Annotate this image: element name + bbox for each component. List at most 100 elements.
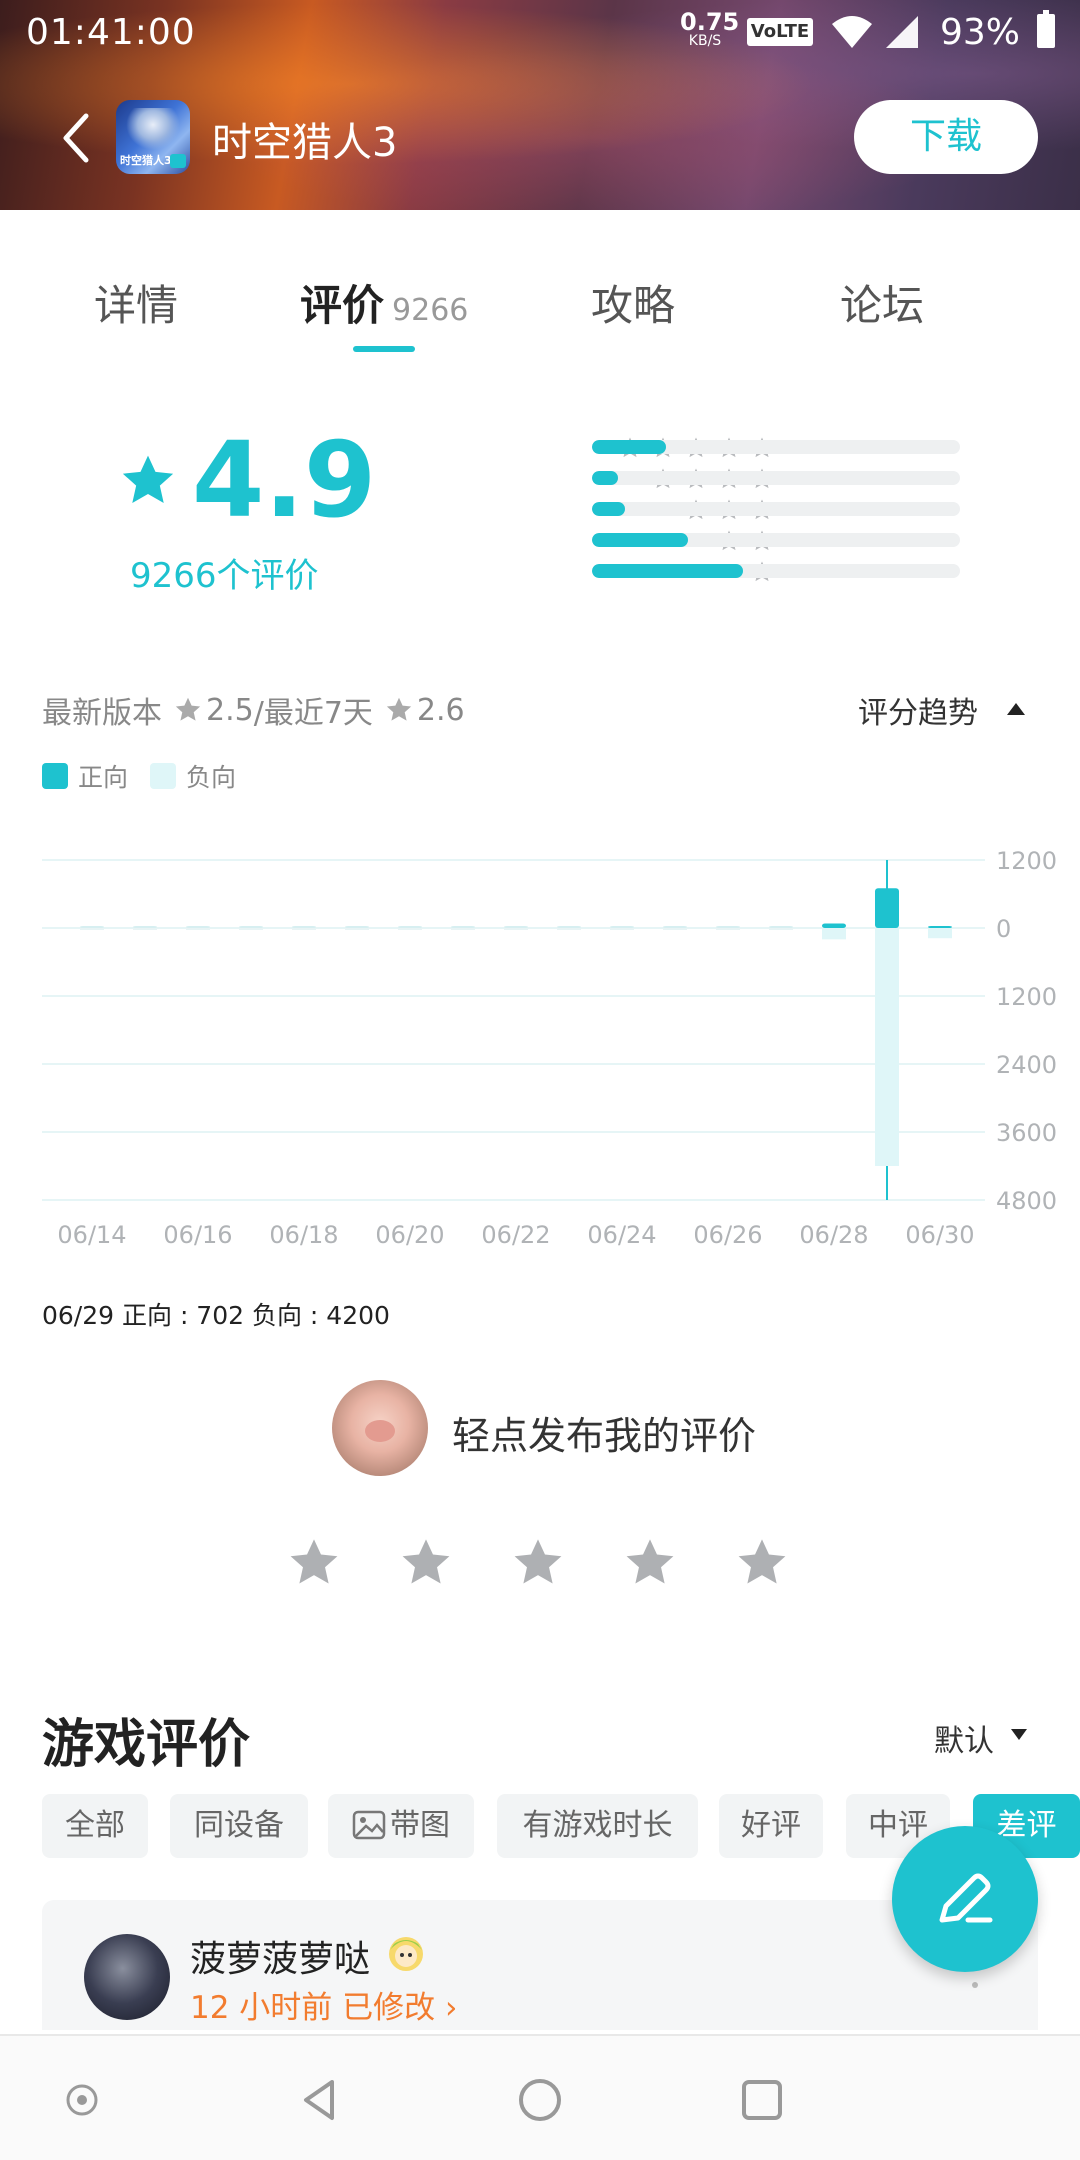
distribution-bar bbox=[592, 564, 960, 578]
bar-positive-06/29 bbox=[875, 888, 899, 928]
filter-with-images[interactable]: 带图 bbox=[328, 1794, 474, 1858]
bar-positive-06/16 bbox=[186, 926, 210, 928]
y-tick-label: 4800 bbox=[996, 1187, 1057, 1215]
bar-negative-06/29 bbox=[875, 928, 899, 1166]
bar-negative-06/14 bbox=[80, 928, 104, 930]
dropdown-arrow-icon[interactable] bbox=[1011, 1729, 1027, 1740]
bar-negative-06/17 bbox=[239, 928, 263, 930]
bar-negative-06/25 bbox=[663, 928, 687, 930]
tab-indicator bbox=[353, 346, 415, 352]
write-review-prompt[interactable]: 轻点发布我的评价 bbox=[452, 1405, 756, 1460]
distribution-bar-fill bbox=[592, 502, 626, 516]
sort-dropdown[interactable]: 默认 bbox=[934, 1716, 994, 1760]
tab-forum[interactable]: 论坛 bbox=[840, 272, 924, 333]
version-scores: 最新版本 2.5 /最近7天 2.6 bbox=[42, 688, 465, 732]
x-tick-label: 06/18 bbox=[269, 1221, 338, 1249]
network-speed: 0.75 KB/S bbox=[680, 8, 740, 49]
filter-with-playtime[interactable]: 有游戏时长 bbox=[497, 1794, 698, 1858]
app-icon-artwork bbox=[126, 108, 180, 150]
tab-guides[interactable]: 攻略 bbox=[591, 272, 675, 333]
header: 01:41:00 0.75 KB/S VoLTE 93% 时空猎人3 时空猎人3… bbox=[0, 0, 1080, 210]
recent-label: /最近7天 bbox=[253, 696, 373, 731]
reviewer-avatar[interactable] bbox=[84, 1934, 170, 2020]
pen-icon bbox=[939, 1873, 993, 1923]
status-time: 01:41:00 bbox=[26, 12, 196, 53]
battery-icon bbox=[1037, 10, 1055, 48]
rate-star-3-icon[interactable] bbox=[510, 1536, 566, 1590]
rate-star-1-icon[interactable] bbox=[286, 1536, 342, 1590]
nav-back-icon[interactable] bbox=[296, 2076, 344, 2124]
app-icon-badge bbox=[170, 154, 186, 168]
x-tick-label: 06/30 bbox=[905, 1221, 974, 1249]
bar-negative-06/27 bbox=[769, 928, 793, 930]
filter-same-device[interactable]: 同设备 bbox=[170, 1794, 308, 1858]
distribution-row-4-star bbox=[400, 467, 960, 489]
x-tick-label: 06/20 bbox=[375, 1221, 444, 1249]
distribution-bar bbox=[592, 440, 960, 454]
image-icon bbox=[352, 1810, 386, 1840]
filter-all[interactable]: 全部 bbox=[42, 1794, 148, 1858]
distribution-bar-fill bbox=[592, 471, 618, 485]
distribution-row-5-star bbox=[400, 436, 960, 458]
assistant-icon[interactable] bbox=[58, 2076, 106, 2124]
distribution-row-1-star bbox=[400, 560, 960, 582]
tab-details[interactable]: 详情 bbox=[94, 272, 178, 333]
triangle-up-icon[interactable] bbox=[1007, 703, 1025, 715]
review-time[interactable]: 12 小时前 已修改 › bbox=[190, 1982, 457, 2027]
average-score: 4.9 bbox=[192, 419, 377, 541]
rating-trend-toggle[interactable]: 评分趋势 bbox=[858, 688, 978, 732]
rating-trend-chart[interactable]: 1200 0 1200 2400 3600 4800 06/14 06/16 06/18 06/2… bbox=[0, 830, 1080, 1250]
app-icon: 时空猎人3 bbox=[116, 100, 190, 174]
back-arrow-icon[interactable] bbox=[56, 110, 96, 166]
bar-negative-06/20 bbox=[398, 928, 422, 930]
distribution-row-3-star bbox=[400, 498, 960, 520]
filter-positive[interactable]: 好评 bbox=[719, 1794, 823, 1858]
x-tick-label: 06/24 bbox=[587, 1221, 656, 1249]
bar-negative-06/19 bbox=[345, 928, 369, 930]
rate-star-4-icon[interactable] bbox=[622, 1536, 678, 1590]
review-card[interactable]: 菠萝菠萝哒 12 小时前 已修改 › bbox=[42, 1900, 1038, 2030]
bar-negative-06/30 bbox=[928, 928, 952, 939]
chart-legend: 正向 负向 bbox=[42, 758, 258, 794]
download-button[interactable]: 下载 bbox=[854, 100, 1038, 174]
bar-positive-06/15 bbox=[133, 926, 157, 928]
app-title: 时空猎人3 bbox=[212, 120, 398, 166]
bar-negative-06/16 bbox=[186, 928, 210, 930]
my-avatar bbox=[332, 1380, 428, 1476]
x-tick-label: 06/16 bbox=[163, 1221, 232, 1249]
rate-star-2-icon[interactable] bbox=[398, 1536, 454, 1590]
score-star-icon bbox=[122, 455, 174, 503]
distribution-bar-fill bbox=[592, 564, 743, 578]
volte-icon: VoLTE bbox=[747, 18, 813, 46]
y-tick-label: 1200 bbox=[996, 847, 1057, 875]
bar-positive-06/24 bbox=[610, 926, 634, 928]
distribution-bar-fill bbox=[592, 533, 688, 547]
y-tick-label: 2400 bbox=[996, 1051, 1057, 1079]
tab-reviews[interactable]: 评价 9266 bbox=[300, 272, 468, 333]
rate-stars bbox=[286, 1536, 790, 1590]
more-dot bbox=[972, 1982, 978, 1988]
x-tick-label: 06/28 bbox=[799, 1221, 868, 1249]
signal-icon bbox=[886, 16, 918, 48]
system-nav-bar bbox=[0, 2034, 1080, 2160]
nav-home-icon[interactable] bbox=[516, 2076, 564, 2124]
write-review-fab[interactable] bbox=[892, 1826, 1038, 1972]
distribution-bar bbox=[592, 471, 960, 485]
bar-positive-06/17 bbox=[239, 926, 263, 928]
legend-swatch-positive bbox=[42, 763, 68, 789]
legend-negative: 负向 bbox=[150, 758, 236, 794]
distribution-row-2-star bbox=[400, 529, 960, 551]
bar-positive-06/26 bbox=[716, 926, 740, 928]
rate-star-5-icon[interactable] bbox=[734, 1536, 790, 1590]
distribution-bar-fill bbox=[592, 440, 666, 454]
bar-positive-06/19 bbox=[345, 926, 369, 928]
bar-negative-06/28 bbox=[822, 928, 846, 940]
chart-selection-caption: 06/29 正向 : 702 负向 : 4200 bbox=[42, 1301, 390, 1330]
reviewer-name[interactable]: 菠萝菠萝哒 bbox=[190, 1930, 370, 1982]
nav-recents-icon[interactable] bbox=[738, 2076, 786, 2124]
bar-positive-06/30 bbox=[928, 926, 952, 928]
x-tick-label: 06/22 bbox=[481, 1221, 550, 1249]
status-bar: 01:41:00 0.75 KB/S VoLTE 93% bbox=[0, 0, 1080, 64]
latest-version-label: 最新版本 bbox=[42, 696, 162, 731]
bar-negative-06/15 bbox=[133, 928, 157, 930]
